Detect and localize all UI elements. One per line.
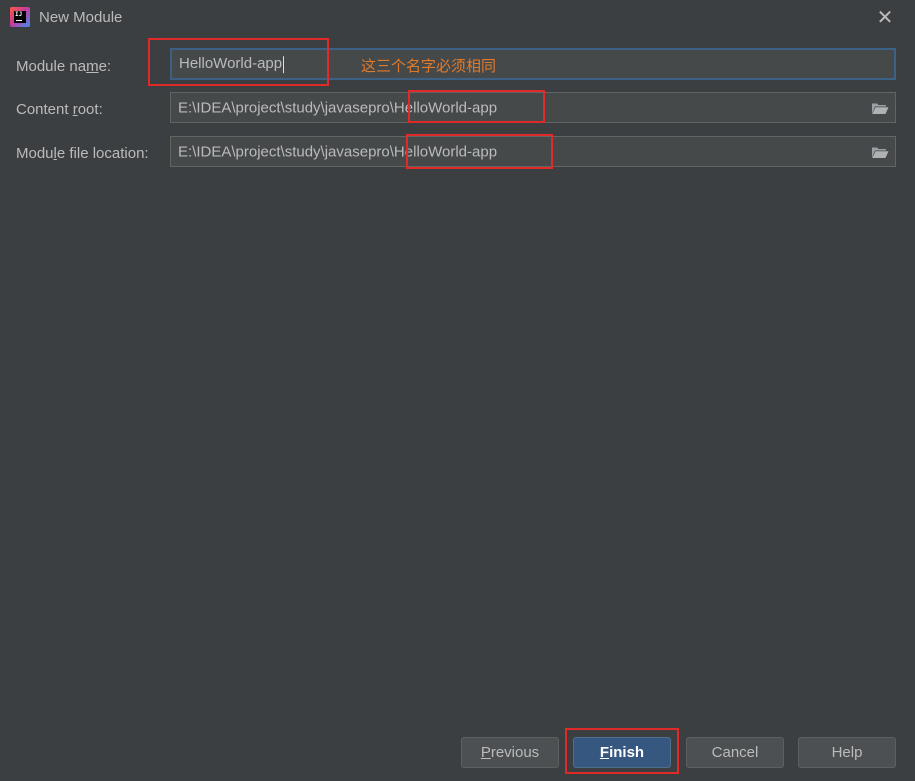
title-bar: IJ New Module ✕ xyxy=(0,0,915,36)
cancel-button[interactable]: Cancel xyxy=(686,737,784,768)
folder-open-icon[interactable] xyxy=(871,145,889,158)
close-icon[interactable]: ✕ xyxy=(871,4,899,32)
folder-open-icon[interactable] xyxy=(871,101,889,114)
previous-button[interactable]: Previous xyxy=(461,737,559,768)
annotation-note: 这三个名字必须相同 xyxy=(361,57,497,75)
finish-button[interactable]: Finish xyxy=(573,737,671,768)
help-button[interactable]: Help xyxy=(798,737,896,768)
highlight-box-module-name xyxy=(148,38,329,86)
window-title: New Module xyxy=(39,9,123,26)
highlight-box-module-file-location xyxy=(406,134,553,169)
intellij-idea-icon: IJ xyxy=(10,7,30,27)
highlight-box-content-root xyxy=(408,90,545,123)
module-name-label: Module name: xyxy=(16,58,112,75)
module-file-location-label: Module file location: xyxy=(16,145,149,162)
content-root-label: Content root: xyxy=(16,101,103,118)
